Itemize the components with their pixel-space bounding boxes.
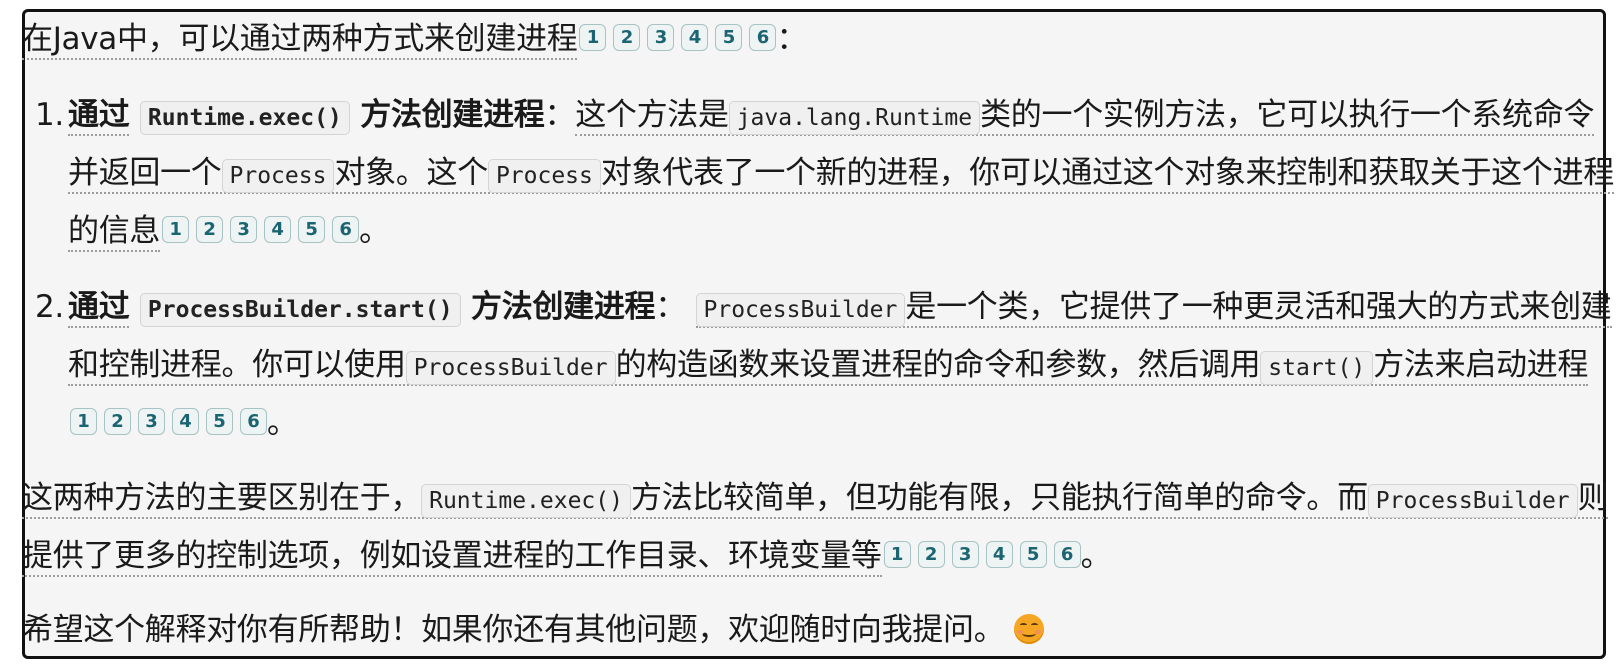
inline-code: Runtime.exec() [139,101,350,135]
citation-link[interactable]: 4 [681,24,709,51]
answer-content: 在Java中，可以通过两种方式来创建进程 1 2 3 4 5 6： 1. 通过 Runtim… [22,12,1614,658]
intro-paragraph: 在Java中，可以通过两种方式来创建进程 1 2 3 4 5 6： [22,12,1614,67]
intro-text: 在Java中，可以通过两种方式来创建进程 [22,21,578,60]
citation-link[interactable]: 1 [162,216,190,243]
list-number: 1. [35,97,64,133]
inline-code: ProcessBuilder [695,293,906,327]
inline-code: java.lang.Runtime [728,101,981,135]
item-heading: 通过 ProcessBuilder.start() 方法创建进程 [68,289,656,328]
inline-code: ProcessBuilder [1367,484,1578,518]
citation-link[interactable]: 5 [206,408,233,435]
inline-code: ProcessBuilder.start() [139,293,461,327]
citation-link[interactable]: 3 [138,408,165,435]
citation-link[interactable]: 4 [172,408,199,435]
citation-link[interactable]: 3 [230,216,258,243]
citation-group: 123456 [160,213,360,249]
smiling-face-icon [1014,614,1045,644]
inline-code: Process [221,159,335,193]
closing-text: 希望这个解释对你有所帮助！如果你还有其他问题，欢迎随时向我提问。 [22,612,1005,648]
citation-link[interactable]: 2 [104,408,131,435]
item-heading: 通过 Runtime.exec() 方法创建进程 [68,97,545,136]
citation-link[interactable]: 6 [332,216,360,243]
citation-link[interactable]: 3 [647,24,675,51]
citation-link[interactable]: 5 [298,216,326,243]
citation-link[interactable]: 5 [1019,541,1047,568]
citation-link[interactable]: 5 [715,24,743,51]
citation-link[interactable]: 2 [917,541,945,568]
citation-link[interactable]: 6 [1053,541,1081,568]
list-number: 2. [35,289,64,325]
intro-suffix: ： [776,21,808,57]
list-item: 2. 通过 ProcessBuilder.start() 方法创建进程： Pro… [22,280,1614,451]
method-list: 1. 通过 Runtime.exec() 方法创建进程：这个方法是 java.la… [22,88,1614,451]
difference-text: 这两种方法的主要区别在于， Runtime.exec() 方法比较简单，但功能有限，… [22,480,1609,577]
citation-link[interactable]: 4 [985,541,1013,568]
citation-group: 123456 [882,538,1081,574]
difference-paragraph: 这两种方法的主要区别在于， Runtime.exec() 方法比较简单，但功能有限，… [22,471,1614,584]
citation-link[interactable]: 6 [749,24,777,51]
inline-code: Process [487,159,601,193]
citation-link[interactable]: 1 [70,408,97,435]
inline-code: start() [1260,351,1374,385]
citation-link[interactable]: 2 [196,216,224,243]
citation-link[interactable]: 2 [613,24,641,51]
inline-code: Runtime.exec() [421,484,631,518]
citation-link[interactable]: 1 [883,541,911,568]
citation-link[interactable]: 3 [951,541,979,568]
citation-link[interactable]: 4 [264,216,292,243]
citation-group: 123456 [68,405,267,441]
citation-link[interactable]: 6 [240,408,267,435]
closing-paragraph: 希望这个解释对你有所帮助！如果你还有其他问题，欢迎随时向我提问。 [22,603,1614,658]
citation-group: 123456 [577,21,777,57]
list-item: 1. 通过 Runtime.exec() 方法创建进程：这个方法是 java.la… [22,88,1614,259]
inline-code: ProcessBuilder [405,351,616,385]
citation-link[interactable]: 1 [579,24,607,51]
